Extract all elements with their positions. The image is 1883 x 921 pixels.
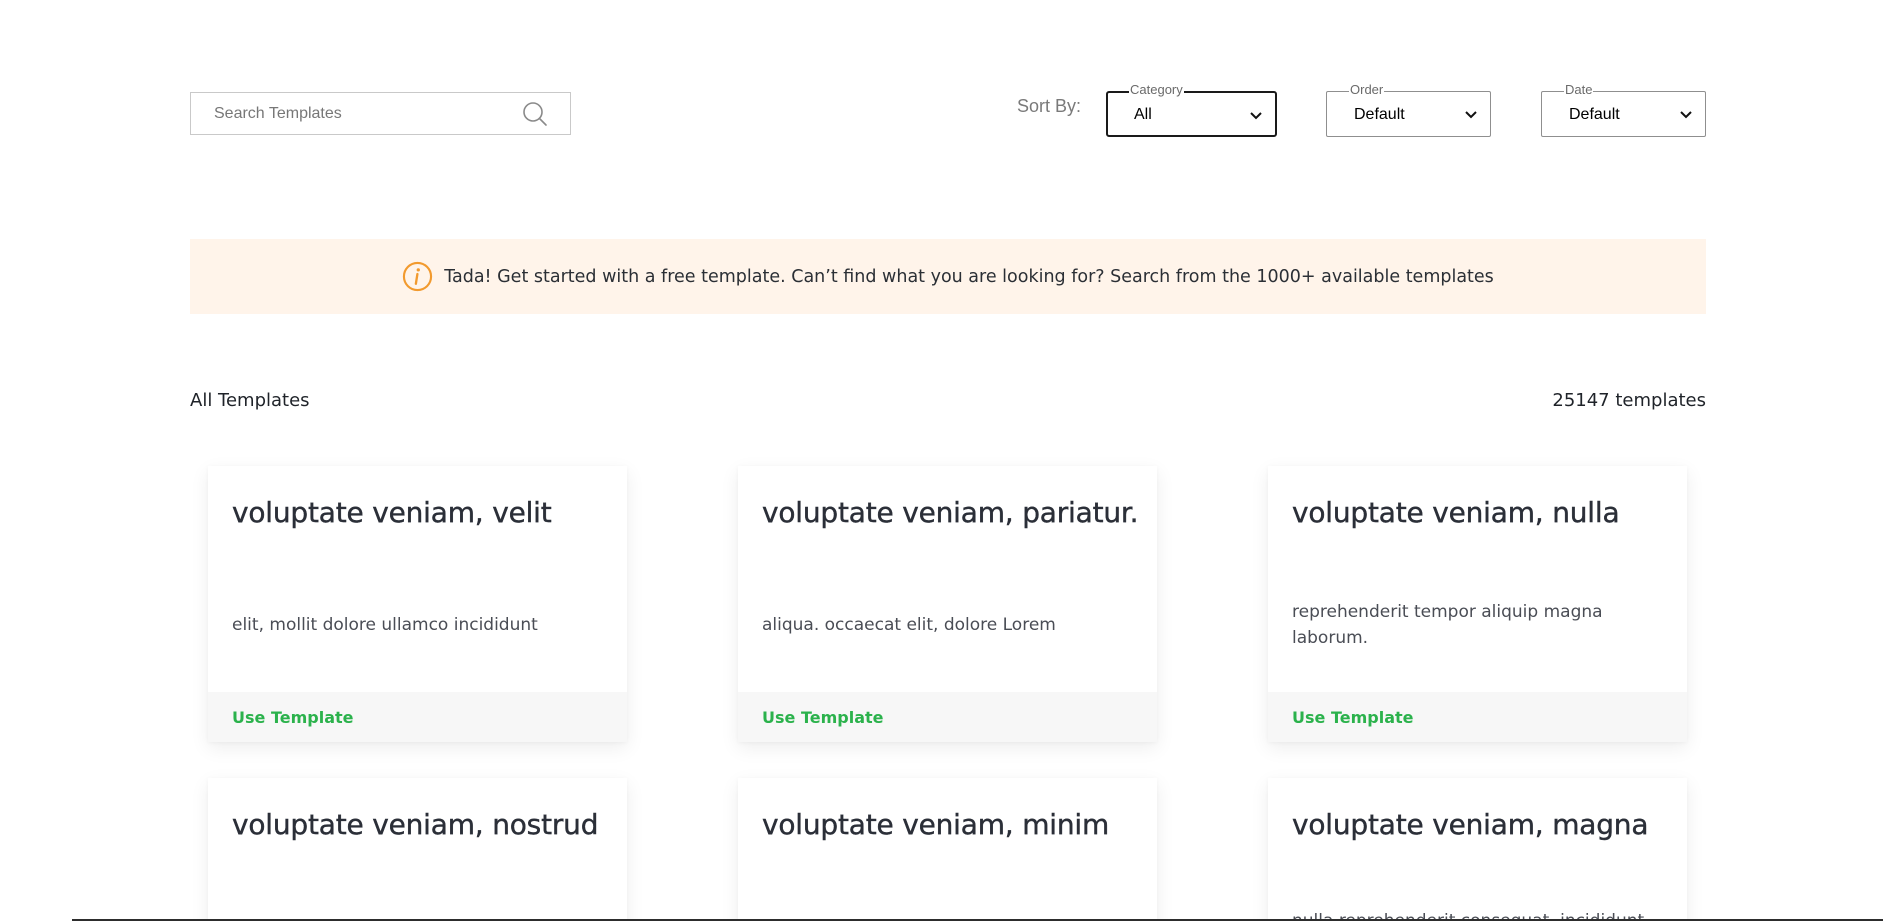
template-card[interactable]: voluptate veniam, nulla reprehenderit te… bbox=[1268, 466, 1687, 742]
card-description: aliqua. occaecat elit, dolore Lorem bbox=[762, 615, 1056, 635]
sort-by-label: Sort By: bbox=[1017, 96, 1082, 116]
order-select[interactable]: Order Default bbox=[1326, 83, 1491, 137]
card-title: voluptate veniam, minim bbox=[762, 808, 1110, 841]
card-title: voluptate veniam, pariatur. bbox=[762, 496, 1139, 529]
search-icon[interactable] bbox=[520, 99, 550, 129]
card-title: voluptate veniam, magna bbox=[1292, 808, 1649, 841]
card-description: reprehenderit tempor aliquip magna labor… bbox=[1292, 602, 1603, 648]
date-select-value: Default bbox=[1569, 106, 1620, 123]
card-description: elit, mollit dolore ullamco incididunt bbox=[232, 615, 538, 635]
banner-text: Tada! Get started with a free template. … bbox=[444, 266, 1494, 287]
category-select-legend: Category bbox=[1129, 82, 1184, 97]
template-count: 25147 templates bbox=[1552, 390, 1706, 411]
use-template-button[interactable]: Use Template bbox=[762, 708, 883, 727]
card-title: voluptate veniam, nulla bbox=[1292, 496, 1620, 529]
use-template-button[interactable]: Use Template bbox=[1292, 708, 1413, 727]
date-select[interactable]: Date Default bbox=[1541, 83, 1706, 137]
chevron-down-icon bbox=[1250, 112, 1262, 120]
template-card[interactable]: voluptate veniam, pariatur. aliqua. occa… bbox=[738, 466, 1157, 742]
template-card[interactable]: voluptate veniam, velit elit, mollit dol… bbox=[208, 466, 627, 742]
chevron-down-icon bbox=[1465, 111, 1477, 119]
category-select[interactable]: Category All bbox=[1106, 83, 1277, 137]
templates-page: Sort By: Category All Order Default Date… bbox=[0, 0, 1883, 921]
search-box bbox=[190, 92, 571, 135]
chevron-down-icon bbox=[1680, 111, 1692, 119]
list-title: All Templates bbox=[190, 390, 310, 411]
use-template-button[interactable]: Use Template bbox=[232, 708, 353, 727]
card-footer: Use Template bbox=[738, 692, 1157, 742]
order-select-legend: Order bbox=[1349, 82, 1385, 97]
template-card[interactable]: voluptate veniam, nostrud bbox=[208, 778, 627, 921]
template-card[interactable]: voluptate veniam, magna nulla reprehende… bbox=[1268, 778, 1687, 921]
search-input[interactable] bbox=[191, 93, 520, 134]
card-footer: Use Template bbox=[208, 692, 627, 742]
card-footer: Use Template bbox=[1268, 692, 1687, 742]
info-icon bbox=[403, 261, 433, 292]
card-title: voluptate veniam, velit bbox=[232, 496, 552, 529]
category-select-value: All bbox=[1134, 106, 1152, 123]
card-title: voluptate veniam, nostrud bbox=[232, 808, 599, 841]
date-select-legend: Date bbox=[1564, 82, 1594, 97]
info-banner: Tada! Get started with a free template. … bbox=[190, 239, 1706, 314]
template-card[interactable]: voluptate veniam, minim bbox=[738, 778, 1157, 921]
order-select-value: Default bbox=[1354, 106, 1405, 123]
